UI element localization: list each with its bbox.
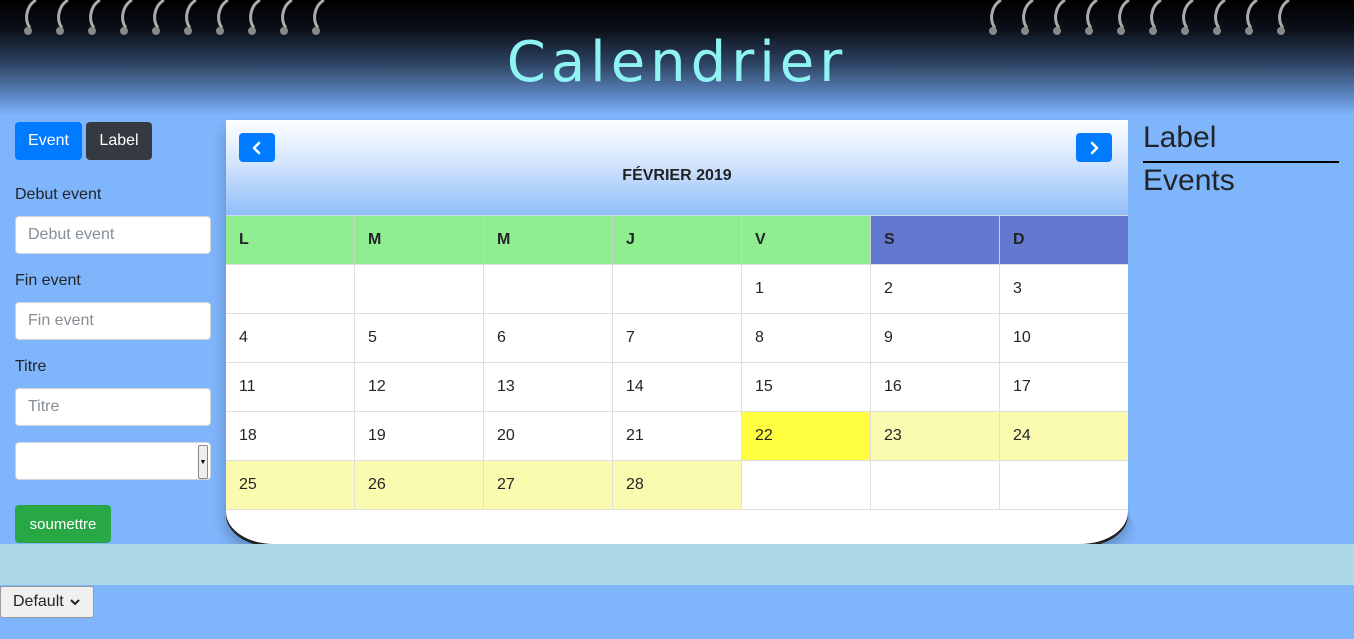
events-heading: Events <box>1143 164 1235 197</box>
weekday-header: L <box>226 216 355 265</box>
day-cell[interactable]: 4 <box>226 314 355 363</box>
day-cell[interactable]: 17 <box>1000 363 1128 412</box>
weekday-header: J <box>613 216 742 265</box>
day-cell[interactable]: 10 <box>1000 314 1128 363</box>
page-header: Calendrier <box>0 0 1354 115</box>
debut-event-input[interactable] <box>15 216 211 254</box>
chevron-down-icon <box>69 599 80 606</box>
day-cell[interactable]: 20 <box>484 412 613 461</box>
day-cell[interactable]: 26 <box>355 461 484 510</box>
day-cell[interactable]: 16 <box>871 363 1000 412</box>
titre-label: Titre <box>15 358 47 375</box>
day-cell[interactable] <box>484 265 613 314</box>
day-cell[interactable]: 7 <box>613 314 742 363</box>
debut-event-label: Debut event <box>15 186 102 203</box>
day-cell[interactable]: 25 <box>226 461 355 510</box>
divider <box>1143 161 1339 163</box>
calendar-grid: L M M J V S D 1 2 3 4 5 6 7 8 9 10 11 12… <box>226 216 1128 510</box>
day-cell[interactable]: 23 <box>871 412 1000 461</box>
day-cell[interactable]: 18 <box>226 412 355 461</box>
event-tab-button[interactable]: Event <box>15 122 82 160</box>
titre-input[interactable] <box>15 388 211 426</box>
weekday-header: M <box>484 216 613 265</box>
week-row: 1 2 3 <box>226 265 1128 314</box>
next-month-button[interactable] <box>1076 133 1112 162</box>
labels-events-panel: Label Events <box>1128 115 1354 544</box>
theme-select[interactable]: Default <box>0 586 94 618</box>
day-cell[interactable]: 15 <box>742 363 871 412</box>
day-cell[interactable]: 14 <box>613 363 742 412</box>
footer-strip <box>0 544 1354 585</box>
day-cell[interactable]: 3 <box>1000 265 1128 314</box>
day-cell[interactable] <box>1000 461 1128 510</box>
day-cell[interactable]: 9 <box>871 314 1000 363</box>
day-cell[interactable] <box>226 265 355 314</box>
bottom-area <box>0 585 1354 639</box>
day-cell[interactable] <box>613 265 742 314</box>
fin-event-input[interactable] <box>15 302 211 340</box>
chevron-left-icon <box>252 141 261 154</box>
label-select[interactable]: ▼ <box>15 442 211 480</box>
weekday-header: M <box>355 216 484 265</box>
week-row: 25 26 27 28 <box>226 461 1128 510</box>
day-cell[interactable]: 6 <box>484 314 613 363</box>
weekday-header: S <box>871 216 1000 265</box>
event-form-panel: Event Label Debut event Fin event Titre … <box>0 115 226 544</box>
weekday-header: D <box>1000 216 1128 265</box>
weekday-header-row: L M M J V S D <box>226 216 1128 265</box>
day-cell[interactable]: 12 <box>355 363 484 412</box>
submit-button[interactable]: soumettre <box>15 505 111 543</box>
day-cell[interactable]: 21 <box>613 412 742 461</box>
day-cell[interactable]: 2 <box>871 265 1000 314</box>
label-tab-button[interactable]: Label <box>86 122 152 160</box>
day-cell[interactable]: 8 <box>742 314 871 363</box>
week-row: 11 12 13 14 15 16 17 <box>226 363 1128 412</box>
label-heading: Label <box>1143 121 1217 154</box>
day-cell[interactable]: 27 <box>484 461 613 510</box>
chevron-right-icon <box>1090 141 1099 154</box>
week-row: 4 5 6 7 8 9 10 <box>226 314 1128 363</box>
week-row-current: 18 19 20 21 22 23 24 <box>226 412 1128 461</box>
today-cell[interactable]: 22 <box>742 412 871 461</box>
day-cell[interactable] <box>742 461 871 510</box>
day-cell[interactable] <box>355 265 484 314</box>
day-cell[interactable]: 19 <box>355 412 484 461</box>
select-spinner-icon[interactable]: ▼ <box>198 445 208 479</box>
day-cell[interactable]: 24 <box>1000 412 1128 461</box>
prev-month-button[interactable] <box>239 133 275 162</box>
fin-event-label: Fin event <box>15 272 81 289</box>
theme-select-value: Default <box>13 593 64 610</box>
calendar: FÉVRIER 2019 L M M J V S D 1 2 3 4 5 6 7… <box>226 120 1128 544</box>
day-cell[interactable] <box>871 461 1000 510</box>
calendar-header: FÉVRIER 2019 <box>226 120 1128 216</box>
day-cell[interactable]: 5 <box>355 314 484 363</box>
day-cell[interactable]: 13 <box>484 363 613 412</box>
page-title: Calendrier <box>506 30 848 95</box>
day-cell[interactable]: 1 <box>742 265 871 314</box>
weekday-header: V <box>742 216 871 265</box>
day-cell[interactable]: 28 <box>613 461 742 510</box>
day-cell[interactable]: 11 <box>226 363 355 412</box>
month-title: FÉVRIER 2019 <box>622 167 732 184</box>
